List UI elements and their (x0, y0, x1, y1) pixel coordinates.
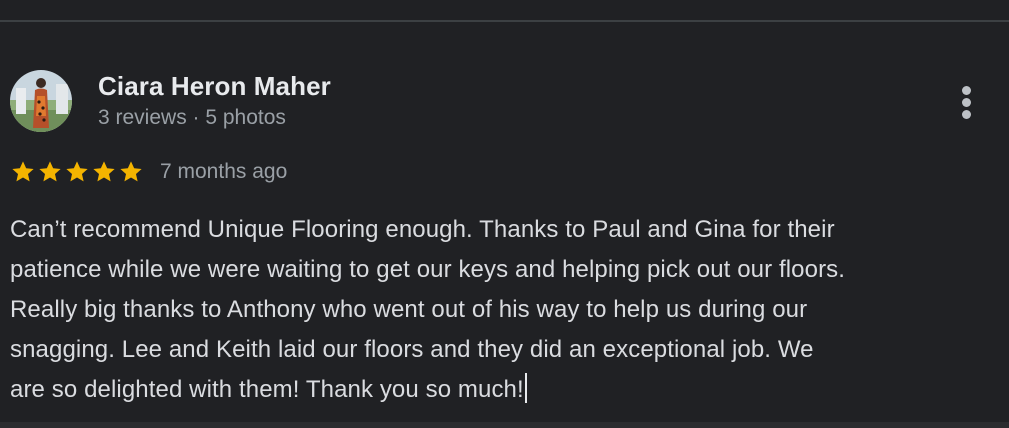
star-icon (64, 159, 90, 185)
review-date: 7 months ago (160, 160, 288, 183)
top-divider (0, 20, 1009, 22)
rating-row: 7 months ago (10, 156, 287, 188)
review-text-line: Really big thanks to Anthony who went ou… (10, 296, 808, 323)
review-card: Ciara Heron Maher 3 reviews · 5 photos 7… (0, 0, 1009, 428)
star-icon (118, 159, 144, 185)
star-rating (10, 159, 144, 185)
reviewer-name[interactable]: Ciara Heron Maher (98, 71, 331, 102)
review-text-line: are so delighted with them! Thank you so… (10, 370, 995, 410)
review-text-line: patience while we were waiting to get ou… (10, 256, 846, 283)
star-icon (91, 159, 117, 185)
review-text-line: Can’t recommend Unique Flooring enough. … (10, 216, 835, 243)
review-text: Can’t recommend Unique Flooring enough. … (10, 210, 995, 410)
reviewer-meta[interactable]: 3 reviews · 5 photos (98, 106, 286, 130)
next-card-edge (0, 422, 1009, 428)
text-cursor (524, 373, 527, 403)
more-options-button[interactable] (950, 80, 984, 124)
review-text-line: snagging. Lee and Keith laid our floors … (10, 336, 814, 363)
star-icon (37, 159, 63, 185)
star-icon (10, 159, 36, 185)
reviewer-avatar[interactable] (10, 70, 72, 132)
